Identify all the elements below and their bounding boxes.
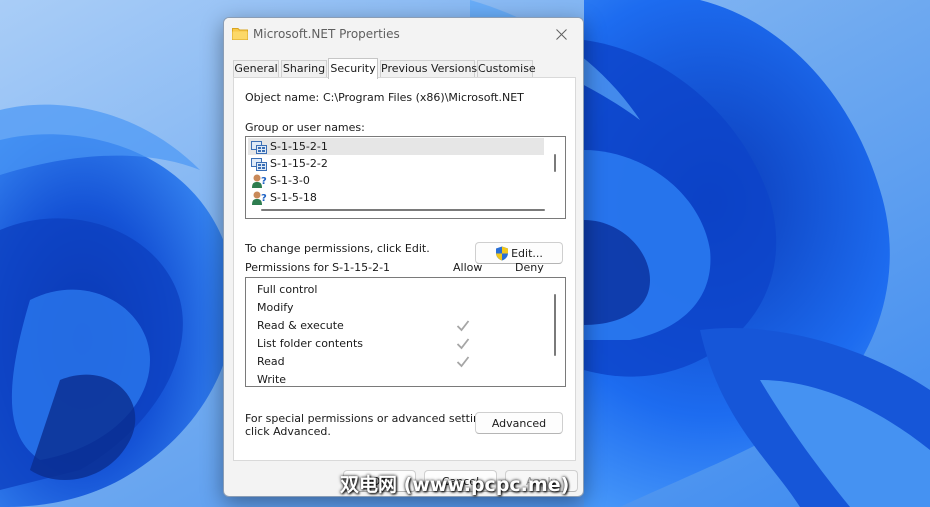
- advanced-text-line1: For special permissions or advanced sett…: [245, 412, 497, 425]
- svg-text:?: ?: [261, 193, 267, 204]
- permissions-for-label: Permissions for S-1-15-2-1: [245, 261, 391, 274]
- permission-name: Read: [257, 355, 285, 368]
- permission-row: Read: [246, 353, 546, 371]
- app-package-icon: [251, 157, 267, 171]
- list-item[interactable]: ? S-1-5-18: [248, 189, 544, 206]
- permission-row: List folder contents: [246, 335, 546, 353]
- permission-row: Full control: [246, 281, 546, 299]
- list-item[interactable]: S-1-15-2-1: [248, 138, 544, 155]
- users-vertical-scrollbar[interactable]: [554, 154, 556, 172]
- user-name: S-1-3-0: [270, 174, 310, 187]
- group-names-label: Group or user names:: [245, 121, 365, 134]
- users-horizontal-scrollbar[interactable]: [261, 209, 545, 211]
- deny-column-header: Deny: [515, 261, 544, 274]
- tab-security[interactable]: Security: [328, 58, 378, 79]
- object-name-value: C:\Program Files (x86)\Microsoft.NET: [323, 91, 524, 104]
- allow-column-header: Allow: [453, 261, 483, 274]
- tab-customise[interactable]: Customise: [477, 60, 536, 78]
- permission-name: Read & execute: [257, 319, 344, 332]
- uac-shield-icon: [496, 246, 509, 260]
- svg-text:?: ?: [261, 176, 267, 187]
- allow-checkmark-icon: [456, 320, 470, 332]
- properties-dialog: Microsoft.NET Properties General Sharing…: [223, 17, 584, 497]
- list-item[interactable]: ? S-1-3-0: [248, 172, 544, 189]
- permissions-vertical-scrollbar[interactable]: [554, 294, 556, 356]
- edit-button-label: Edit...: [511, 246, 543, 260]
- tab-previous-versions[interactable]: Previous Versions: [380, 60, 477, 78]
- user-name: S-1-15-2-1: [270, 140, 328, 153]
- unknown-user-icon: ?: [252, 191, 267, 205]
- app-package-icon: [251, 140, 267, 154]
- user-name: S-1-5-18: [270, 191, 317, 204]
- permissions-list: Full control Modify Read & execute List …: [245, 277, 566, 387]
- allow-checkmark-icon: [456, 356, 470, 368]
- close-icon: [555, 28, 567, 40]
- unknown-user-icon: ?: [252, 174, 267, 188]
- permission-name: Write: [257, 373, 287, 386]
- group-user-list[interactable]: S-1-15-2-1 S-1-15-2-2 ? S-1-3-0 ? S-1-5-…: [245, 136, 566, 219]
- tab-sharing[interactable]: Sharing: [281, 60, 327, 78]
- watermark-text: 双电网 (www.pcpc.me): [340, 474, 570, 496]
- list-item[interactable]: S-1-15-2-2: [248, 155, 544, 172]
- permission-name: List folder contents: [257, 337, 363, 350]
- advanced-text-line2: click Advanced.: [245, 425, 331, 438]
- object-name-label: Object name:: [245, 91, 320, 104]
- permission-row: Modify: [246, 299, 546, 317]
- close-button[interactable]: [539, 18, 583, 50]
- title-bar[interactable]: Microsoft.NET Properties: [224, 18, 583, 50]
- permission-name: Modify: [257, 301, 294, 314]
- user-name: S-1-15-2-2: [270, 157, 328, 170]
- advanced-button[interactable]: Advanced: [475, 412, 563, 434]
- security-panel: Object name: C:\Program Files (x86)\Micr…: [233, 77, 576, 461]
- change-permissions-text: To change permissions, click Edit.: [245, 242, 430, 255]
- window-title: Microsoft.NET Properties: [253, 27, 400, 41]
- allow-checkmark-icon: [456, 338, 470, 350]
- folder-icon: [232, 28, 248, 40]
- tab-general[interactable]: General: [233, 60, 279, 78]
- permission-name: Full control: [257, 283, 318, 296]
- permission-row: Write: [246, 371, 546, 386]
- permission-row: Read & execute: [246, 317, 546, 335]
